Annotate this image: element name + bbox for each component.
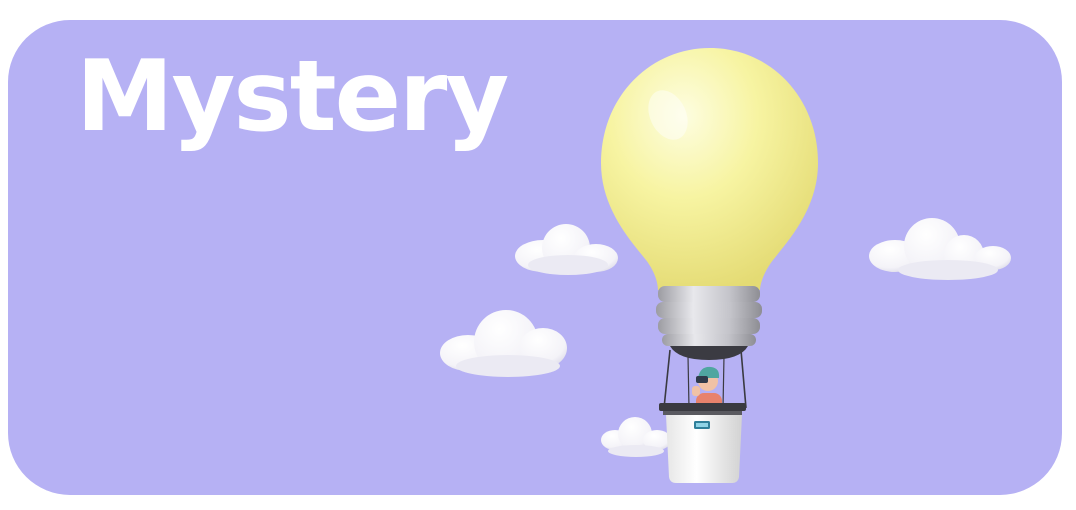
mystery-banner[interactable]: Mystery [8,20,1062,495]
balloon-basket-icon [659,403,746,483]
banner-title: Mystery [76,40,509,154]
